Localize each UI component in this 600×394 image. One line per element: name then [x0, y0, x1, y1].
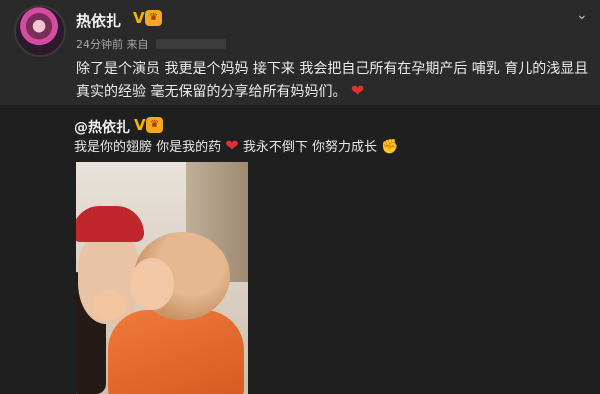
source-label: 来自	[126, 38, 149, 51]
avatar[interactable]	[14, 5, 66, 57]
heart-emoji-icon: ❤	[350, 81, 365, 100]
repost-text: 我是你的翅膀 你是我的药 ❤ 我永不倒下 你努力成长 ✊	[74, 136, 594, 158]
username[interactable]: 热依扎	[76, 10, 121, 31]
photo-baby-cheek	[130, 258, 174, 310]
member-badge-icon: ♛	[146, 117, 163, 133]
post-text: 除了是个演员 我更是个妈妈 接下来 我会把自己所有在孕期产后 哺乳 育儿的浅显且…	[76, 58, 596, 103]
repost-text-part2: 我永不倒下 你努力成长	[242, 140, 377, 155]
verified-icon: V	[133, 9, 145, 27]
repost-text-part1: 我是你的翅膀 你是我的药	[74, 140, 222, 155]
photo-baby-body	[108, 310, 244, 394]
post-time[interactable]: 24分钟前	[76, 38, 123, 51]
photo-red-hat	[76, 206, 144, 242]
member-badge-icon: ♛	[145, 10, 162, 26]
post-meta: 24分钟前 来自	[76, 36, 226, 52]
chevron-down-icon[interactable]: ⌄	[576, 7, 588, 23]
repost-handle[interactable]: @热依扎	[74, 117, 130, 137]
heart-emoji-icon: ❤	[225, 136, 239, 155]
source-blurred	[156, 39, 226, 49]
fist-emoji-icon: ✊	[381, 139, 399, 155]
photo-baby-hand	[92, 290, 126, 320]
post-body: 除了是个演员 我更是个妈妈 接下来 我会把自己所有在孕期产后 哺乳 育儿的浅显且…	[76, 61, 589, 100]
verified-icon: V	[134, 116, 146, 134]
post-photo[interactable]	[76, 162, 248, 394]
